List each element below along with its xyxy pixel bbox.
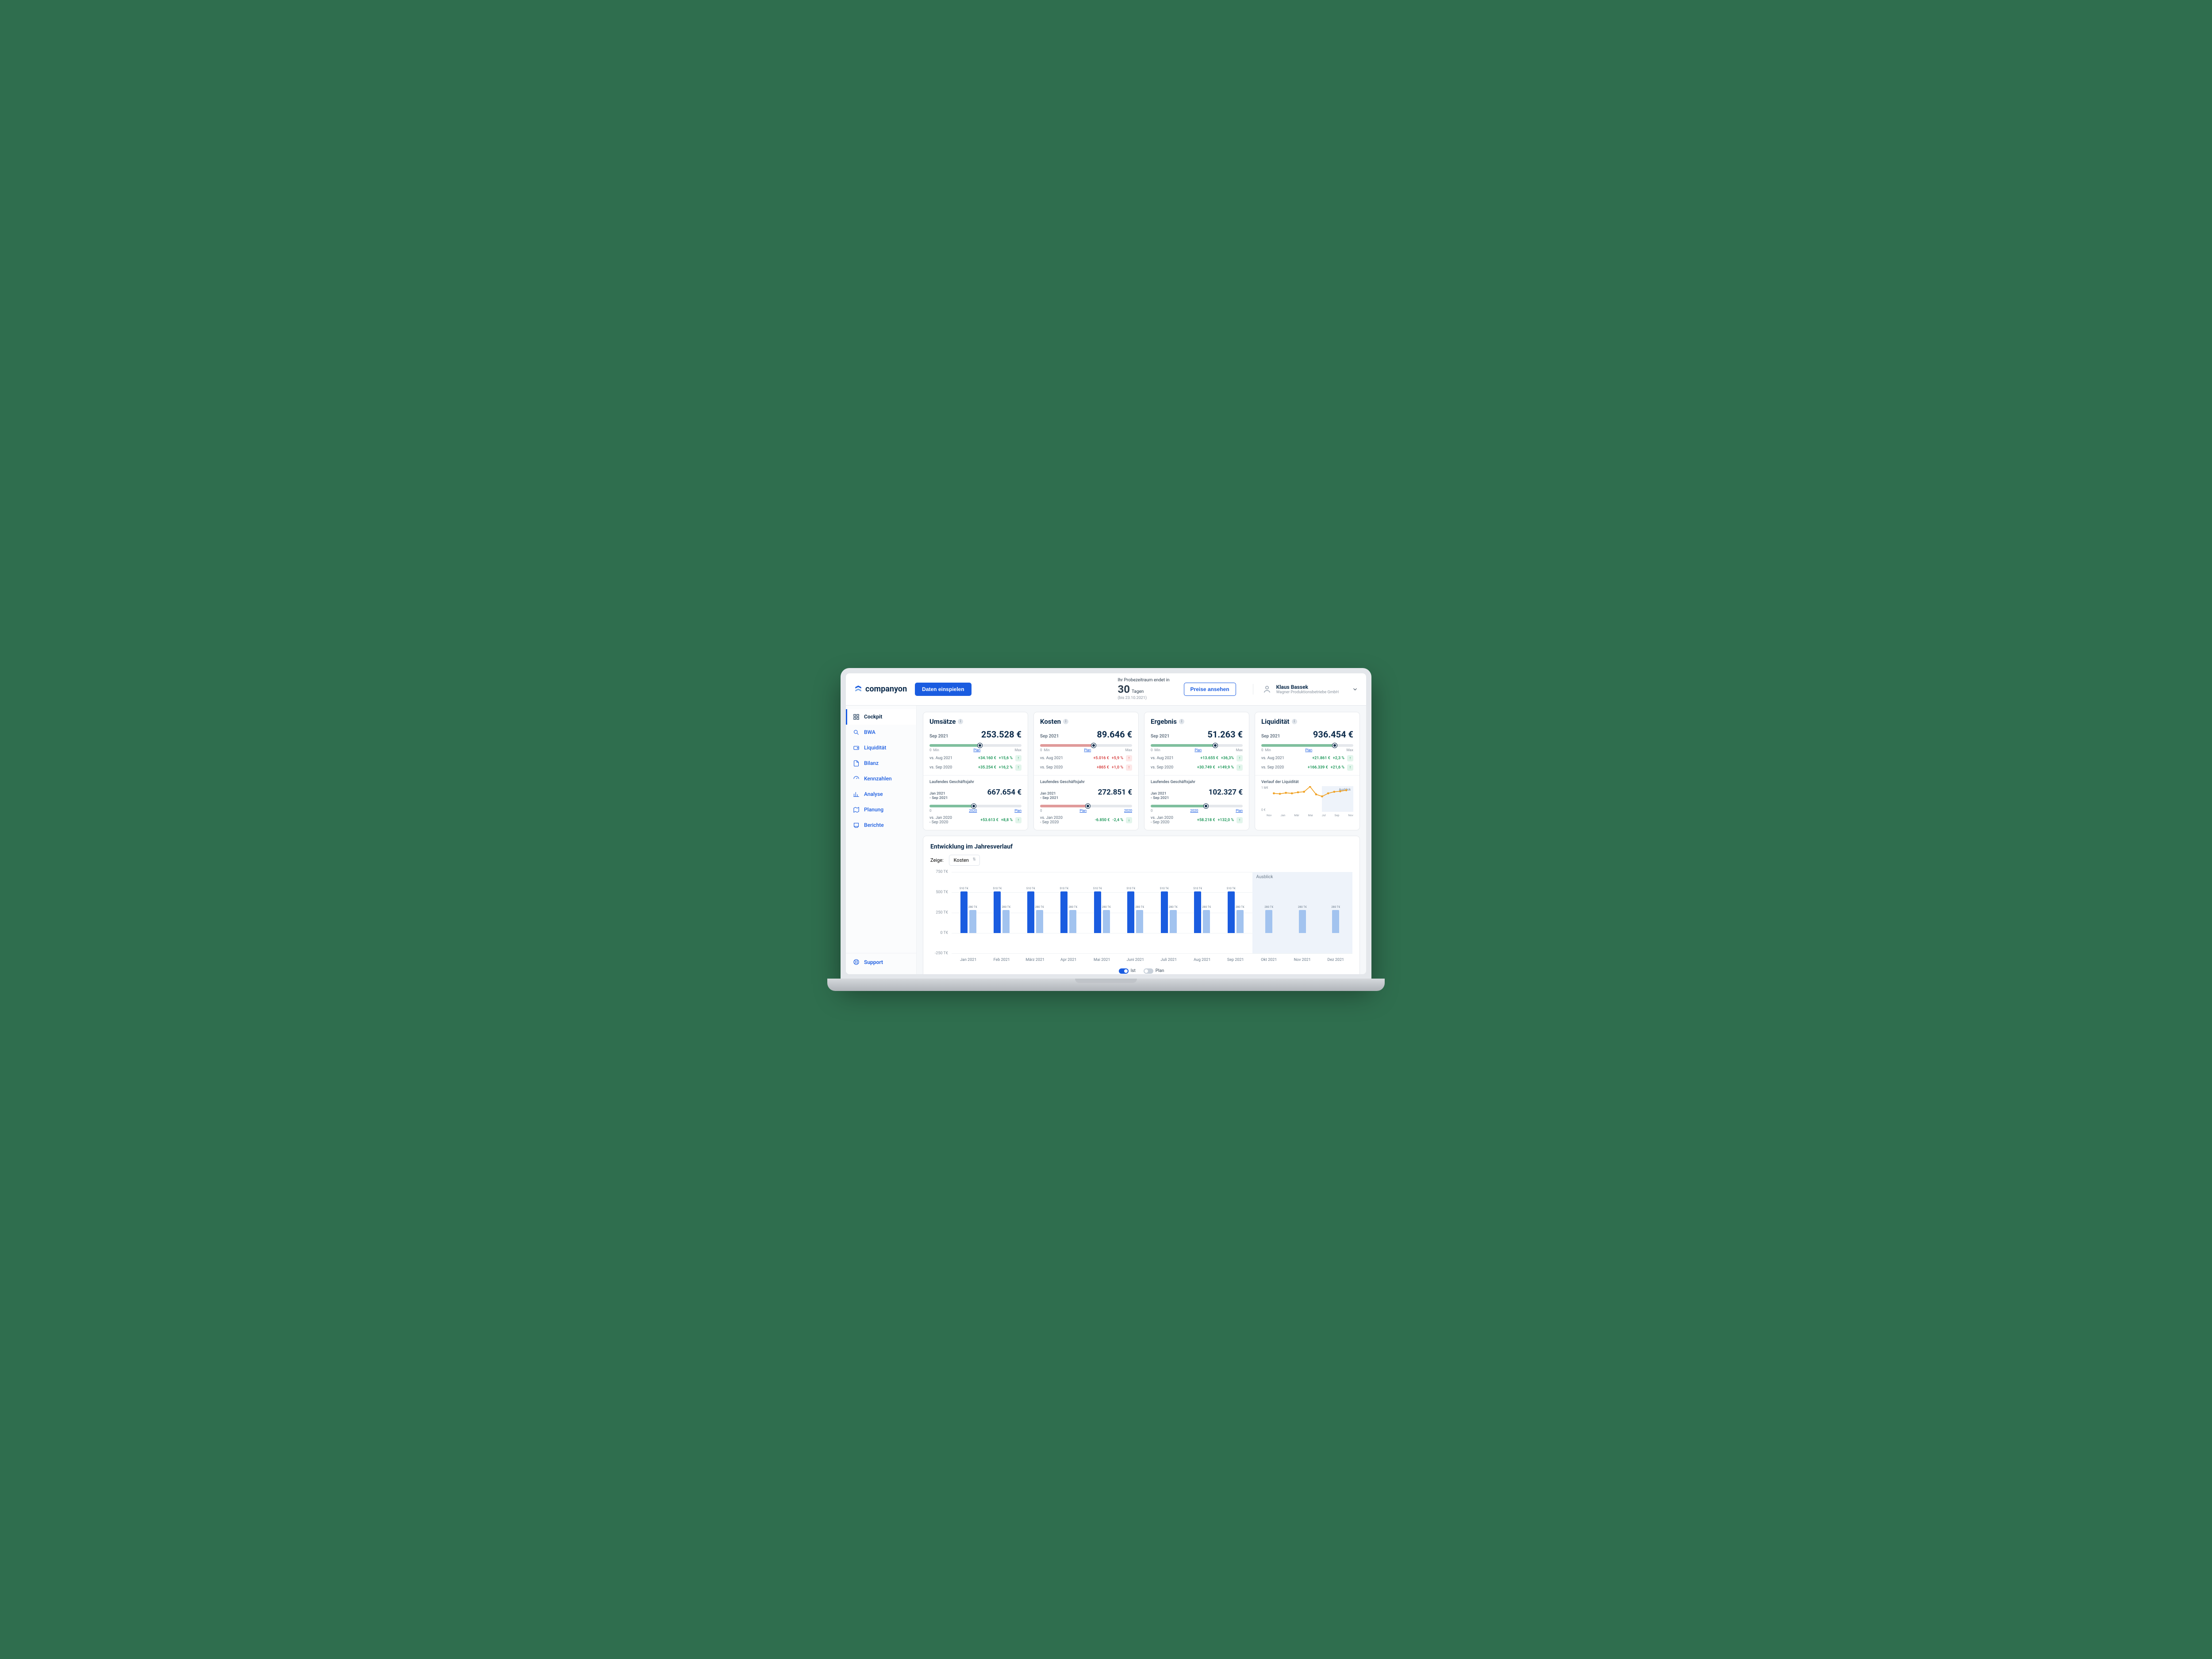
chart-icon [853,791,860,798]
comparison-row: vs. Sep 2020 +166.339 €+21,6 %↑ [1261,764,1353,771]
toggle-icon [1144,968,1153,974]
sidebar-item-liquiditat[interactable]: Liquidität [846,740,916,756]
trial-info: Ihr Probezeitraum endet in 30Tagen (bis … [1118,678,1169,701]
legend-toggle-plan[interactable]: Plan [1144,968,1164,974]
metric-select-value: Kosten [954,857,969,863]
comparison-row: vs. Sep 2020 +30.749 €+149,9 %↑ [1151,764,1243,771]
dashboard-icon [853,714,860,720]
gauge [929,805,1022,807]
toggle-icon [1119,968,1129,974]
sidebar-item-planung[interactable]: Planung [846,802,916,818]
gauge [1040,744,1132,747]
comparison-row: vs. Jan 2020 - Sep 2020 +58.218 €+132,0 … [1151,816,1243,825]
sidebar-label: Planung [864,806,883,813]
card-liquiditat: Liquidität i Sep 2021936.454 € 0 MinPlan… [1255,712,1360,830]
info-icon[interactable]: i [958,719,963,724]
card-title: Ergebnis i [1151,718,1243,726]
sidebar-item-analyse[interactable]: Analyse [846,787,916,802]
gauge [929,744,1022,747]
comparison-row: vs. Aug 2021 +34.160 €+15,6 %↑ [929,755,1022,761]
comparison-row: vs. Aug 2021 +5.016 €+5,9 %↑ [1040,755,1132,761]
show-label: Zeige: [930,857,944,863]
sidebar-label: Kennzahlen [864,776,892,782]
sidebar-item-bwa[interactable]: BWA [846,725,916,740]
sidebar-item-berichte[interactable]: Berichte [846,818,916,833]
wallet-icon [853,745,860,751]
chevron-down-icon [1352,686,1358,692]
logo-icon [854,685,863,694]
comparison-row: vs. Aug 2021 +21.861 €+2,3 %↑ [1261,755,1353,761]
sidebar-label: Liquidität [864,745,886,751]
brand-name: companyon [865,684,907,694]
brand-logo: companyon [854,684,907,694]
trial-prefix: Ihr Probezeitraum endet in [1118,678,1169,683]
sidebar-label: BWA [864,729,876,735]
info-icon[interactable]: i [1179,719,1184,724]
gauge [1261,744,1353,747]
card-umsatz: Umsätze i Sep 2021253.528 € 0 MinPlanMax… [923,712,1028,830]
user-menu[interactable]: Klaus Bassek Wagner Produktionsbetriebe … [1253,684,1358,695]
comparison-row: vs. Jan 2020 - Sep 2020 +53.613 €+8,8 %↑ [929,816,1022,825]
card-title: Kosten i [1040,718,1132,726]
map-icon [853,806,860,813]
sidebar-label: Berichte [864,822,884,828]
user-name: Klaus Bassek [1276,684,1339,690]
legend-toggle-ist[interactable]: Ist [1119,968,1136,974]
sidebar-label: Cockpit [864,714,882,720]
comparison-row: vs. Jan 2020 - Sep 2020 -6.850 €-2,4 %↓ [1040,816,1132,825]
sidebar-label: Bilanz [864,760,879,766]
development-title: Entwicklung im Jahresverlauf [930,843,1352,850]
trial-days: 30 [1118,683,1130,696]
comparison-row: vs. Sep 2020 +35.254 €+16,2 %↑ [929,764,1022,771]
comparison-row: vs. Aug 2021 +13.655 €+36,3%↑ [1151,755,1243,761]
main-content: Umsätze i Sep 2021253.528 € 0 MinPlanMax… [917,706,1366,974]
gauge [1151,744,1243,747]
file-icon [853,760,860,767]
development-chart: 750 T€500 T€250 T€0 T€-250 T€ Ausblick51… [930,872,1352,965]
import-data-button[interactable]: Daten einspielen [915,683,971,696]
sidebar-item-cockpit[interactable]: Cockpit [846,709,916,725]
legend-label: Plan [1156,968,1164,973]
liquidity-sparkline: Ausblick 1 M€ 0 € NovJanMärMaiJulSepNov [1261,786,1353,817]
development-card: Entwicklung im Jahresverlauf Zeige: Kost… [923,836,1360,974]
comparison-row: vs. Sep 2020 +865 €+1,0 %↑ [1040,764,1132,771]
sidebar-item-bilanz[interactable]: Bilanz [846,756,916,771]
user-org: Wagner Produktionsbetriebe GmbH [1276,690,1339,695]
user-icon [1262,684,1272,694]
card-kosten: Kosten i Sep 202189.646 € 0 MinPlanMax v… [1033,712,1139,830]
gauge [1040,805,1132,807]
card-title: Liquidität i [1261,718,1353,726]
info-icon[interactable]: i [1292,719,1297,724]
card-ergebnis: Ergebnis i Sep 202151.263 € 0 MinPlanMax… [1144,712,1249,830]
app-header: companyon Daten einspielen Ihr Probezeit… [846,673,1366,706]
info-icon[interactable]: i [1063,719,1068,724]
inbox-icon [853,822,860,829]
sidebar-label: Support [864,959,883,965]
sidebar-label: Analyse [864,791,883,797]
lifebuoy-icon [853,959,860,965]
pricing-button[interactable]: Preise ansehen [1184,683,1236,696]
card-title: Umsätze i [929,718,1022,726]
sidebar-item-kennzahlen[interactable]: Kennzahlen [846,771,916,787]
metric-select[interactable]: Kosten [949,855,980,866]
sidebar-item-support[interactable]: Support [846,953,916,971]
search-icon [853,729,860,736]
trial-until: (bis 23.10.2021) [1118,696,1169,701]
legend-label: Ist [1131,968,1136,973]
gauge [1151,805,1243,807]
sidebar: Cockpit BWA Liquidität Bilanz Kennzahlen… [846,706,917,974]
trial-days-unit: Tagen [1132,689,1144,694]
gauge-icon [853,776,860,782]
